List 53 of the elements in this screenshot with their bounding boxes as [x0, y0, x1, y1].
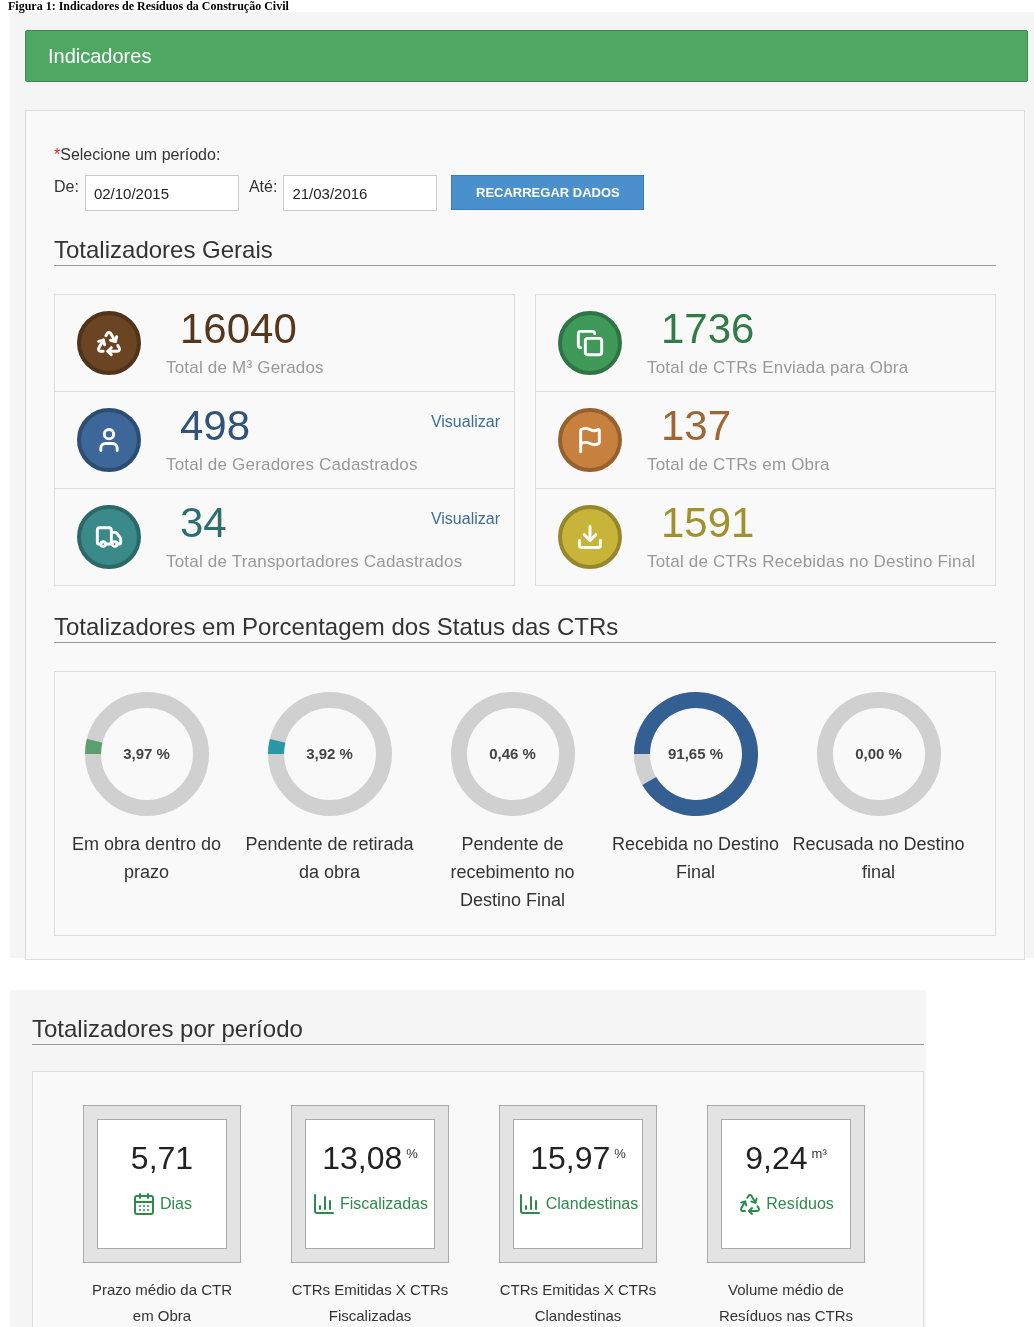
- calendar-icon: [132, 1192, 156, 1216]
- from-label: De:: [54, 177, 79, 197]
- percentage-reading: 3,92 %: [306, 743, 353, 764]
- unit-label: m³: [811, 1145, 827, 1163]
- stat-label: Total de Geradores Cadastrados: [166, 454, 418, 477]
- percentage-reading: 0,00 %: [855, 743, 902, 764]
- metric-value: 15,97: [530, 1139, 611, 1178]
- period-label: *Selecione um período:: [54, 145, 222, 165]
- stat-value: 1591: [661, 499, 756, 548]
- metric-value: 13,08: [322, 1139, 403, 1178]
- from-date-field[interactable]: 02/10/2015: [84, 175, 239, 211]
- bar-chart-icon: [517, 1192, 542, 1216]
- section-title: Totalizadores Gerais: [54, 235, 996, 266]
- to-label: Até:: [248, 177, 278, 197]
- metric-value: 5,71: [130, 1139, 194, 1178]
- section-title: Totalizadores em Porcentagem dos Status das CTRs: [54, 612, 996, 643]
- stat-value: 16040: [180, 305, 298, 354]
- stat-label: Total de Transportadores Cadastrados: [166, 551, 463, 574]
- percentage-reading: 0,46 %: [489, 743, 536, 764]
- percentage-reading: 91,65 %: [667, 743, 723, 764]
- metric-caption: CTRs Emitidas X CTRs Clandestinas: [498, 1280, 658, 1326]
- metric-tag: Dias: [160, 1192, 192, 1216]
- metric-tag: Resíduos: [766, 1192, 834, 1216]
- unit-label: %: [614, 1145, 626, 1163]
- metric-caption: Prazo médio da CTR em Obra: [90, 1280, 234, 1326]
- recycle-icon: [738, 1192, 763, 1216]
- to-date-field[interactable]: 21/03/2016: [283, 175, 438, 211]
- figure-caption: Figura 1: Indicadores de Resíduos da Construção Civil: [7, 0, 290, 12]
- status-label: Pendente de retirada da obra: [244, 833, 415, 884]
- reload-button[interactable]: RECARREGAR DADOS: [451, 175, 645, 210]
- stat-label: Total de CTRs Enviada para Obra: [647, 357, 909, 380]
- stat-value: 1736: [661, 305, 756, 354]
- metric-tag: Fiscalizadas: [340, 1192, 428, 1216]
- section-title: Totalizadores por período: [32, 1014, 924, 1045]
- metric-caption: Volume médio de Resíduos nas CTRs: [717, 1280, 855, 1326]
- metric-value: 9,24: [745, 1139, 808, 1178]
- status-label: Pendente de recebimento no Destino Final: [449, 833, 576, 912]
- metric-caption: CTRs Emitidas X CTRs Fiscalizadas: [290, 1280, 450, 1326]
- header-title: Indicadores: [48, 44, 152, 69]
- stat-label: Total de CTRs Recebidas no Destino Final: [647, 551, 976, 574]
- bar-chart-icon: [312, 1192, 336, 1216]
- percentage-reading: 3,97 %: [123, 743, 170, 764]
- stat-value: 137: [661, 402, 733, 451]
- status-label: Recusada no Destino final: [791, 833, 966, 884]
- status-label: Recebida no Destino Final: [610, 833, 781, 884]
- metric-tag: Clandestinas: [545, 1192, 639, 1216]
- status-label: Em obra dentro do prazo: [70, 833, 223, 884]
- view-link[interactable]: Visualizar: [430, 507, 500, 531]
- stat-label: Total de CTRs em Obra: [647, 454, 830, 477]
- stat-label: Total de M³ Gerados: [166, 357, 324, 380]
- stat-value: 498: [180, 402, 252, 451]
- unit-label: %: [406, 1145, 418, 1163]
- view-link[interactable]: Visualizar: [430, 410, 500, 434]
